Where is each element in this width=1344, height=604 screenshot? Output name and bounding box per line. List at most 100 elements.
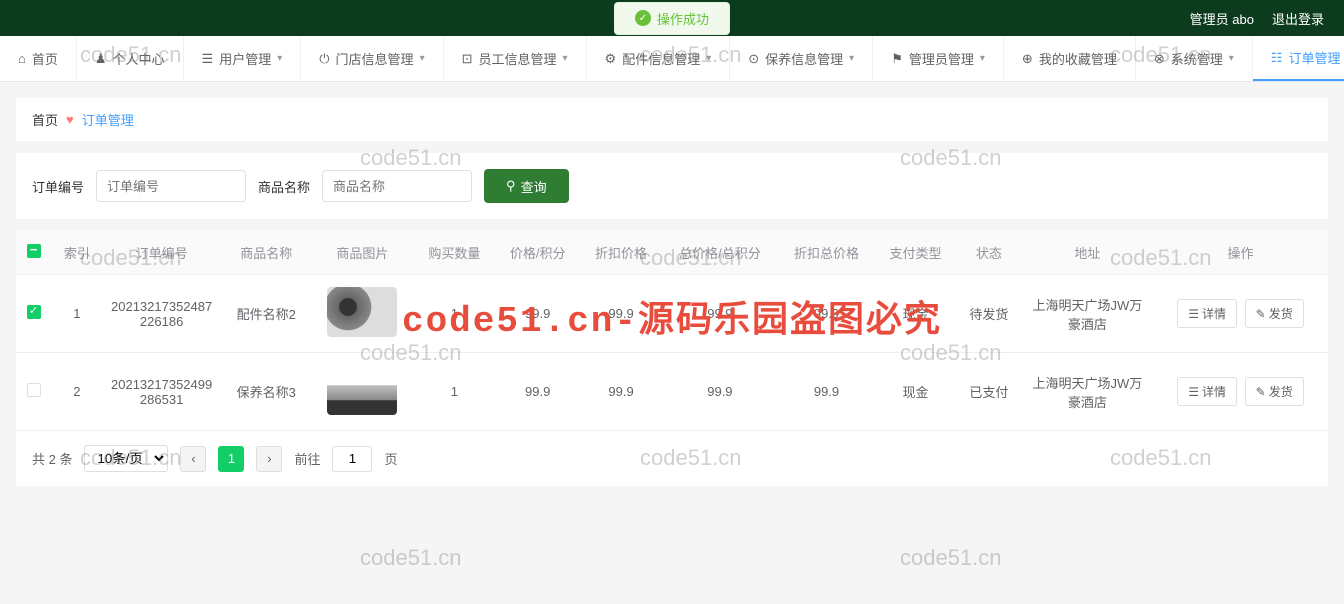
col-actions: 操作 <box>1153 231 1328 275</box>
admin-icon: ⚑ <box>891 51 903 67</box>
product-image <box>327 365 397 415</box>
pagination: 共 2 条 10条/页 ‹ 1 › 前往 页 <box>16 431 1328 486</box>
cell-address: 上海明天广场JW万豪酒店 <box>1022 353 1153 431</box>
success-text: 操作成功 <box>657 9 709 28</box>
col-discount: 折扣价格 <box>580 231 661 275</box>
cell-discount: 99.9 <box>580 353 661 431</box>
chevron-down-icon: ▾ <box>1229 53 1234 64</box>
orders-table: 索引 订单编号 商品名称 商品图片 购买数量 价格/积分 折扣价格 总价格/总积… <box>16 231 1328 486</box>
cell-pay-type: 现金 <box>875 275 956 353</box>
edit-icon: ✎ <box>1256 307 1266 321</box>
nav-maintain[interactable]: ⊙保养信息管理▾ <box>730 36 873 81</box>
col-product-name: 商品名称 <box>221 231 311 275</box>
col-address: 地址 <box>1022 231 1153 275</box>
edit-icon: ✎ <box>1256 385 1266 399</box>
breadcrumb-current: 订单管理 <box>82 110 134 129</box>
cell-discount: 99.9 <box>580 275 661 353</box>
nav-system[interactable]: ⊗系统管理▾ <box>1136 36 1253 81</box>
nav-home[interactable]: ⌂首页 <box>0 36 77 81</box>
chevron-down-icon: ▾ <box>277 53 282 64</box>
select-all-checkbox[interactable] <box>27 244 41 258</box>
detail-button[interactable]: ☰详情 <box>1177 299 1237 328</box>
page-unit: 页 <box>384 449 397 468</box>
col-price: 价格/积分 <box>495 231 581 275</box>
search-bar: 订单编号 商品名称 ⚲查询 <box>16 153 1328 219</box>
chevron-down-icon: ▾ <box>420 53 425 64</box>
breadcrumb-home[interactable]: 首页 <box>32 110 58 129</box>
cell-pay-type: 现金 <box>875 353 956 431</box>
product-name-input[interactable] <box>322 170 472 202</box>
heart-icon: ♥ <box>66 112 74 127</box>
product-image <box>327 287 397 337</box>
goto-label: 前往 <box>294 449 320 468</box>
chevron-down-icon: ▾ <box>563 53 568 64</box>
cell-index: 1 <box>52 275 102 353</box>
table-row: 2 20213217352499286531 保养名称3 1 99.9 99.9… <box>16 353 1328 431</box>
list-icon: ☰ <box>1188 307 1199 321</box>
cell-order-no: 20213217352499286531 <box>102 353 221 431</box>
ship-button[interactable]: ✎发货 <box>1245 377 1304 406</box>
order-no-label: 订单编号 <box>32 177 84 196</box>
store-icon: ⏻ <box>319 51 329 67</box>
order-icon: ☷ <box>1271 50 1283 66</box>
staff-icon: ⊡ <box>462 51 473 67</box>
maintain-icon: ⊙ <box>748 51 759 67</box>
chevron-down-icon: ▾ <box>706 53 711 64</box>
prev-page-button[interactable]: ‹ <box>180 446 206 472</box>
cell-discount-total: 99.9 <box>778 275 875 353</box>
user-icon: ♟ <box>95 51 107 67</box>
cell-index: 2 <box>52 353 102 431</box>
parts-icon: ⚙ <box>605 51 617 67</box>
nav-store[interactable]: ⏻门店信息管理▾ <box>301 36 443 81</box>
total-count: 共 2 条 <box>32 449 72 468</box>
admin-label[interactable]: 管理员 abo <box>1190 9 1254 28</box>
nav-orders[interactable]: ☷订单管理▾ <box>1253 36 1344 81</box>
per-page-select[interactable]: 10条/页 <box>84 445 168 472</box>
breadcrumb: 首页 ♥ 订单管理 <box>16 98 1328 141</box>
top-bar: ✓ 操作成功 管理员 abo 退出登录 <box>0 0 1344 36</box>
col-product-img: 商品图片 <box>311 231 414 275</box>
order-no-input[interactable] <box>96 170 246 202</box>
nav-admin[interactable]: ⚑管理员管理▾ <box>873 36 1004 81</box>
row-checkbox[interactable] <box>27 383 41 397</box>
list-icon: ☰ <box>1188 385 1199 399</box>
nav-parts[interactable]: ⚙配件信息管理▾ <box>587 36 731 81</box>
col-index: 索引 <box>52 231 102 275</box>
nav-users[interactable]: ☰用户管理▾ <box>184 36 302 81</box>
product-name-label: 商品名称 <box>258 177 310 196</box>
check-icon: ✓ <box>635 10 651 26</box>
cell-product-name: 配件名称2 <box>221 275 311 353</box>
chevron-down-icon: ▾ <box>980 53 985 64</box>
home-icon: ⌂ <box>18 51 26 66</box>
col-qty: 购买数量 <box>414 231 495 275</box>
cell-qty: 1 <box>414 275 495 353</box>
gear-icon: ⊗ <box>1154 51 1165 67</box>
page-number-button[interactable]: 1 <box>218 446 244 472</box>
nav-staff[interactable]: ⊡员工信息管理▾ <box>444 36 587 81</box>
col-discount-total: 折扣总价格 <box>778 231 875 275</box>
row-checkbox[interactable] <box>27 305 41 319</box>
cell-status: 待发货 <box>956 275 1022 353</box>
watermark: code51.cn <box>900 545 1002 571</box>
cell-status: 已支付 <box>956 353 1022 431</box>
cell-qty: 1 <box>414 353 495 431</box>
cell-order-no: 20213217352487226186 <box>102 275 221 353</box>
watermark: code51.cn <box>360 545 462 571</box>
search-icon: ⚲ <box>506 178 516 194</box>
query-button[interactable]: ⚲查询 <box>484 169 569 203</box>
ship-button[interactable]: ✎发货 <box>1245 299 1304 328</box>
cell-total: 99.9 <box>662 275 779 353</box>
cell-price: 99.9 <box>495 353 581 431</box>
nav-bar: ⌂首页 ♟个人中心 ☰用户管理▾ ⏻门店信息管理▾ ⊡员工信息管理▾ ⚙配件信息… <box>0 36 1344 82</box>
next-page-button[interactable]: › <box>256 446 282 472</box>
nav-favorites[interactable]: ⊕我的收藏管理 <box>1004 36 1136 81</box>
detail-button[interactable]: ☰详情 <box>1177 377 1237 406</box>
col-total: 总价格/总积分 <box>662 231 779 275</box>
logout-link[interactable]: 退出登录 <box>1272 9 1324 28</box>
cell-product-name: 保养名称3 <box>221 353 311 431</box>
col-pay-type: 支付类型 <box>875 231 956 275</box>
cell-total: 99.9 <box>662 353 779 431</box>
nav-personal[interactable]: ♟个人中心 <box>77 36 184 81</box>
cell-discount-total: 99.9 <box>778 353 875 431</box>
goto-page-input[interactable] <box>332 446 372 472</box>
